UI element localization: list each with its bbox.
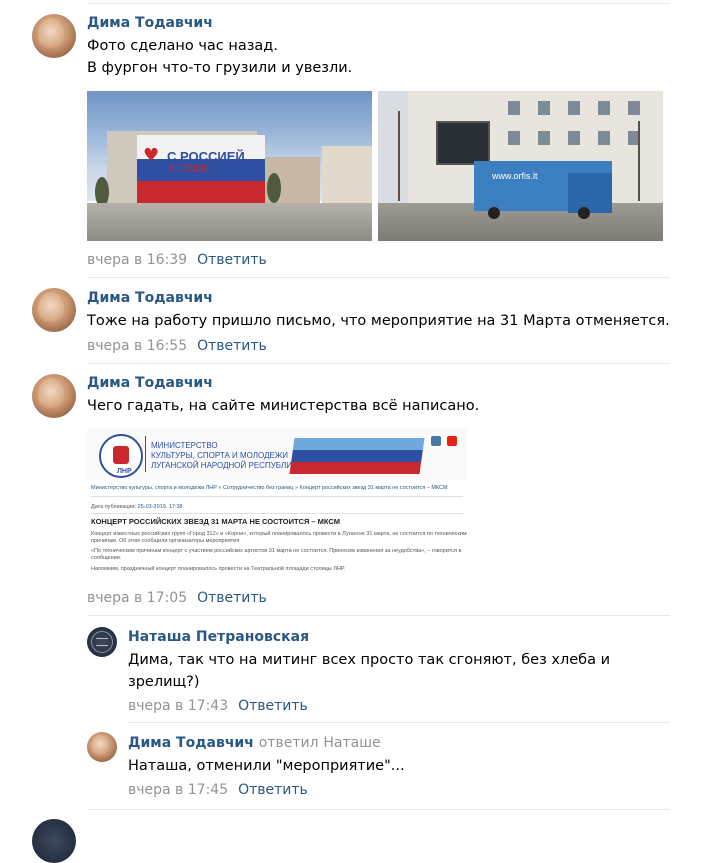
comment-meta: вчера в 17:43 Ответить (128, 697, 308, 715)
comment-author[interactable]: Наташа Петрановская (128, 628, 309, 646)
author-name[interactable]: Дима Тодавчич (128, 735, 254, 751)
video-screen (436, 121, 490, 165)
ministry-title: ЛУГАНСКОЙ НАРОДНОЙ РЕСПУБЛИКИ (151, 461, 303, 470)
comment-meta: вчера в 17:45 Ответить (128, 781, 308, 799)
comment-text: Наташа, отменили "мероприятие"... (128, 758, 405, 774)
comment-text: В фургон что-то грузили и увезли. (87, 60, 353, 76)
avatar[interactable] (32, 374, 76, 418)
breadcrumb: Министерство культуры, спорта и молодежи… (91, 485, 448, 491)
comment-date[interactable]: вчера в 16:55 (87, 338, 187, 354)
attached-photo-rally-square[interactable]: ♥ С РОССИЕЙ В СЕРДЦЕ (87, 91, 372, 241)
divider (87, 363, 670, 364)
comment-text: зрелищ?) (128, 674, 200, 690)
avatar[interactable] (32, 14, 76, 58)
avatar[interactable] (87, 732, 117, 762)
flag-graphic (289, 438, 425, 474)
comment-text: Тоже на работу пришло письмо, что меропр… (87, 313, 670, 329)
divider (87, 615, 670, 616)
banner-text: С РОССИЕЙ (167, 149, 245, 164)
attached-screenshot-ministry-site[interactable]: ЛНР МИНИСТЕРСТВО КУЛЬТУРЫ, СПОРТА И МОЛО… (87, 428, 467, 580)
comment-meta: вчера в 16:39 Ответить (87, 251, 267, 269)
replied-label: ответил (258, 735, 319, 751)
comment-author[interactable]: Дима Тодавчич (87, 374, 213, 392)
comment-date[interactable]: вчера в 17:45 (128, 782, 228, 798)
comment-meta: вчера в 17:05 Ответить (87, 589, 267, 607)
comment-date[interactable]: вчера в 17:05 (87, 590, 187, 606)
publication-date: Дата публикации: 25-03-2019, 17:38 (91, 504, 183, 510)
avatar[interactable] (87, 627, 117, 657)
comment-meta: вчера в 16:55 Ответить (87, 337, 267, 355)
comment-text: Фото сделано час назад. (87, 38, 278, 54)
article-text: сообщении. (91, 555, 122, 561)
vk-icon[interactable] (431, 436, 441, 446)
divider (87, 3, 670, 4)
comment-author[interactable]: Дима Тодавчич (87, 14, 213, 32)
comment-author: Дима Тодавчич ответил Наташе (128, 734, 381, 752)
reply-button[interactable]: Ответить (238, 782, 308, 798)
comment-text: Дима, так что на митинг всех просто так … (128, 652, 611, 668)
article-text: Напомним, праздничный концерт планировал… (91, 566, 346, 572)
article-headline: КОНЦЕРТ РОССИЙСКИХ ЗВЕЗД 31 МАРТА НЕ СОС… (91, 517, 340, 526)
reply-button[interactable]: Ответить (197, 590, 267, 606)
ministry-title: КУЛЬТУРЫ, СПОРТА И МОЛОДЕЖИ (151, 451, 288, 460)
heart-icon: ♥ (143, 145, 160, 166)
comment-date[interactable]: вчера в 16:39 (87, 252, 187, 268)
youtube-icon[interactable] (447, 436, 457, 446)
reply-button[interactable]: Ответить (197, 338, 267, 354)
banner-subtext: В СЕРДЦЕ (169, 164, 210, 173)
avatar[interactable] (32, 288, 76, 332)
divider (128, 722, 670, 723)
replied-to-link[interactable]: Наташе (323, 735, 380, 751)
divider (87, 809, 670, 810)
article-text: «По техническим причинам концерт с участ… (91, 548, 462, 554)
logo-text: ЛНР (117, 468, 132, 475)
truck-label: www.orfis.lt (492, 171, 538, 181)
divider (87, 277, 670, 278)
comment-date[interactable]: вчера в 17:43 (128, 698, 228, 714)
reply-button[interactable]: Ответить (238, 698, 308, 714)
reply-button[interactable]: Ответить (197, 252, 267, 268)
attached-photo-truck[interactable]: www.orfis.lt (378, 91, 663, 241)
avatar[interactable] (32, 819, 76, 863)
article-text: Концерт известных российских групп «Горо… (91, 531, 467, 537)
comment-text: Чего гадать, на сайте министерства всё н… (87, 398, 480, 414)
ministry-title: МИНИСТЕРСТВО (151, 441, 218, 450)
comment-author[interactable]: Дима Тодавчич (87, 289, 213, 307)
article-text: причинам. Об этом сообщили организаторы … (91, 538, 241, 544)
